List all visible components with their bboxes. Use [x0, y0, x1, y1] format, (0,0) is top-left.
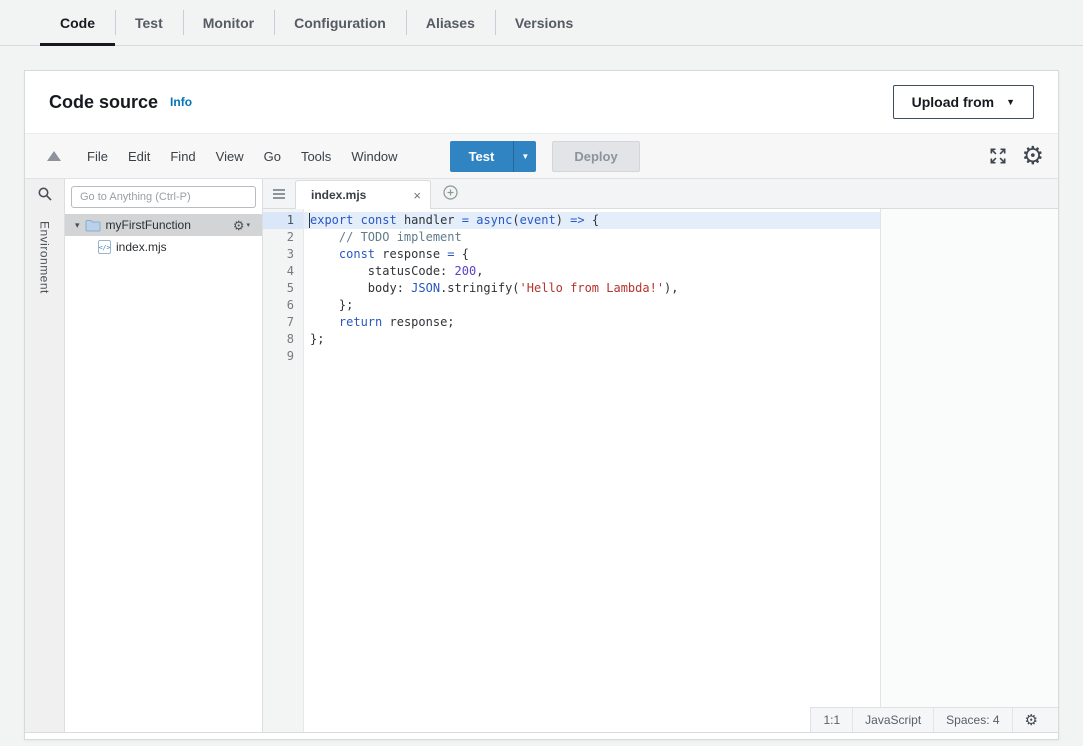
info-link[interactable]: Info	[170, 95, 192, 109]
test-split-button: Test ▼	[450, 141, 537, 172]
menu-window[interactable]: Window	[341, 134, 407, 178]
editor-status-bar: 1:1 JavaScript Spaces: 4 ⚙	[810, 707, 1058, 732]
spaces-setting[interactable]: Spaces: 4	[933, 708, 1011, 732]
code-line: body: JSON.stringify('Hello from Lambda!…	[304, 280, 1058, 297]
tree-item-label: index.mjs	[116, 240, 167, 254]
tab-monitor[interactable]: Monitor	[183, 0, 274, 45]
editor-tabstrip: index.mjs ×	[263, 179, 1058, 209]
card-header: Code source Info Upload from ▼	[25, 71, 1058, 133]
gutter-line-number[interactable]: 5	[263, 280, 303, 297]
gutter-line-number[interactable]: 2	[263, 229, 303, 246]
gutter-line-number[interactable]: 4	[263, 263, 303, 280]
status-gear-icon[interactable]: ⚙	[1012, 708, 1050, 732]
tab-test[interactable]: Test	[115, 0, 183, 45]
file-tree-panel: ▾ myFirstFunction ⚙ ▾ </>	[65, 179, 263, 732]
tab-configuration[interactable]: Configuration	[274, 0, 406, 45]
menu-file[interactable]: File	[77, 134, 118, 178]
file-tree: ▾ myFirstFunction ⚙ ▾ </>	[65, 214, 262, 258]
gutter-line-number[interactable]: 6	[263, 297, 303, 314]
code-line: return response;	[304, 314, 1058, 331]
gutter-line-number[interactable]: 7	[263, 314, 303, 331]
tree-expand-caret-icon[interactable]: ▾	[75, 220, 80, 231]
cloud9-logo-icon[interactable]	[47, 151, 61, 161]
menu-edit[interactable]: Edit	[118, 134, 160, 178]
menu-go[interactable]: Go	[254, 134, 291, 178]
gutter-line-number[interactable]: 9	[263, 348, 303, 365]
search-icon	[37, 186, 53, 202]
gutter-line-number[interactable]: 3	[263, 246, 303, 263]
environment-strip: Environment	[25, 179, 65, 732]
language-mode[interactable]: JavaScript	[852, 708, 933, 732]
code-area: 123456789 export const handler = async(e…	[263, 209, 1058, 732]
gutter[interactable]: 123456789	[263, 209, 304, 732]
function-tabs: Code Test Monitor Configuration Aliases …	[0, 0, 1083, 46]
code-line	[304, 348, 1058, 365]
editor-tab-index-mjs[interactable]: index.mjs ×	[295, 180, 431, 209]
tree-settings-button[interactable]: ⚙ ▾	[233, 219, 262, 232]
tree-item-file[interactable]: </> index.mjs	[65, 236, 262, 258]
menu-view[interactable]: View	[206, 134, 254, 178]
gutter-line-number[interactable]: 1	[263, 212, 303, 229]
menu-find[interactable]: Find	[160, 134, 205, 178]
sidebar-search-button[interactable]	[25, 179, 64, 209]
gutter-line-number[interactable]: 8	[263, 331, 303, 348]
code-line: const response = {	[304, 246, 1058, 263]
folder-icon	[85, 219, 101, 232]
tab-aliases[interactable]: Aliases	[406, 0, 495, 45]
code-line: // TODO implement	[304, 229, 1058, 246]
gear-icon: ⚙	[233, 219, 245, 232]
code-editor: index.mjs × 123456789 export const handl…	[263, 179, 1058, 732]
code-line: };	[304, 297, 1058, 314]
goto-anything-input[interactable]	[71, 186, 256, 208]
upload-from-label: Upload from	[912, 94, 994, 110]
page-title: Code source	[49, 92, 158, 113]
code-line: };	[304, 331, 1058, 348]
test-button[interactable]: Test	[450, 141, 514, 172]
code-lines[interactable]: export const handler = async(event) => {…	[304, 209, 1058, 732]
svg-text:</>: </>	[99, 244, 111, 252]
tab-list-icon[interactable]	[272, 188, 286, 200]
editor-menubar: File Edit Find View Go Tools Window Test…	[25, 133, 1058, 179]
fullscreen-icon[interactable]	[988, 146, 1008, 166]
close-icon[interactable]: ×	[413, 188, 421, 203]
chevron-down-icon: ▼	[1006, 98, 1015, 107]
cursor-position: 1:1	[811, 708, 852, 732]
deploy-button[interactable]: Deploy	[552, 141, 639, 172]
code-line: export const handler = async(event) => {	[304, 212, 1058, 229]
js-file-icon: </>	[98, 240, 111, 254]
editor-settings-gear-icon[interactable]: ⚙	[1022, 144, 1044, 169]
tree-item-label: myFirstFunction	[106, 218, 191, 232]
code-line: statusCode: 200,	[304, 263, 1058, 280]
code-source-card: Code source Info Upload from ▼ File Edit…	[24, 70, 1059, 740]
tree-item-folder[interactable]: ▾ myFirstFunction ⚙ ▾	[65, 214, 262, 236]
new-tab-plus-icon[interactable]	[443, 185, 458, 200]
tab-versions[interactable]: Versions	[495, 0, 593, 45]
tab-code[interactable]: Code	[40, 0, 115, 45]
menu-tools[interactable]: Tools	[291, 134, 341, 178]
chevron-down-icon: ▾	[246, 221, 250, 229]
environment-label[interactable]: Environment	[38, 221, 52, 294]
editor-tab-label: index.mjs	[311, 188, 366, 202]
editor-workspace: Environment ▾ myFirstFunction ⚙ ▾	[25, 179, 1058, 733]
upload-from-button[interactable]: Upload from ▼	[893, 85, 1034, 119]
test-dropdown-caret[interactable]: ▼	[513, 141, 536, 172]
